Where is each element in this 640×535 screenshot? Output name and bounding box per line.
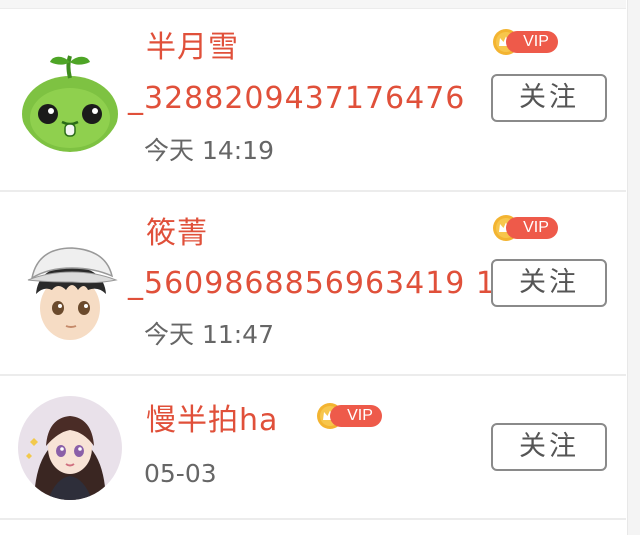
username-line2[interactable]: _5609868856963419 1	[128, 266, 496, 302]
username-line1[interactable]: 慢半拍ha	[146, 403, 278, 439]
vip-label: VIP	[506, 31, 558, 53]
post-time: 今天 14:19	[144, 136, 274, 165]
avatar[interactable]	[18, 396, 122, 500]
scrollbar-track[interactable]	[627, 0, 640, 535]
username-line2[interactable]: _3288209437176476	[128, 81, 465, 117]
vip-badge: VIP	[492, 214, 558, 242]
follow-button[interactable]: 关注	[491, 74, 607, 122]
green-bean-avatar-icon	[18, 48, 122, 152]
divider	[0, 190, 626, 192]
vip-badge: VIP	[492, 28, 558, 56]
username-line1[interactable]: 半月雪	[146, 30, 239, 66]
username-line1[interactable]: 筱菁	[146, 216, 208, 252]
divider	[0, 374, 626, 376]
follow-button[interactable]: 关注	[491, 423, 607, 471]
avatar[interactable]	[18, 48, 122, 152]
vip-label: VIP	[506, 217, 558, 239]
anime-boy-avatar-icon	[18, 238, 122, 342]
divider	[0, 518, 626, 520]
post-time: 今天 11:47	[144, 320, 274, 349]
vip-badge: VIP	[316, 402, 382, 430]
vip-label: VIP	[330, 405, 382, 427]
top-separator	[0, 0, 626, 9]
post-time: 05-03	[144, 459, 217, 488]
anime-girl-avatar-icon	[18, 396, 122, 500]
follow-list-page: 半月雪 VIP _3288209437176476 今天 14:19 关注 筱菁…	[0, 0, 640, 535]
follow-button[interactable]: 关注	[491, 259, 607, 307]
avatar[interactable]	[18, 238, 122, 342]
